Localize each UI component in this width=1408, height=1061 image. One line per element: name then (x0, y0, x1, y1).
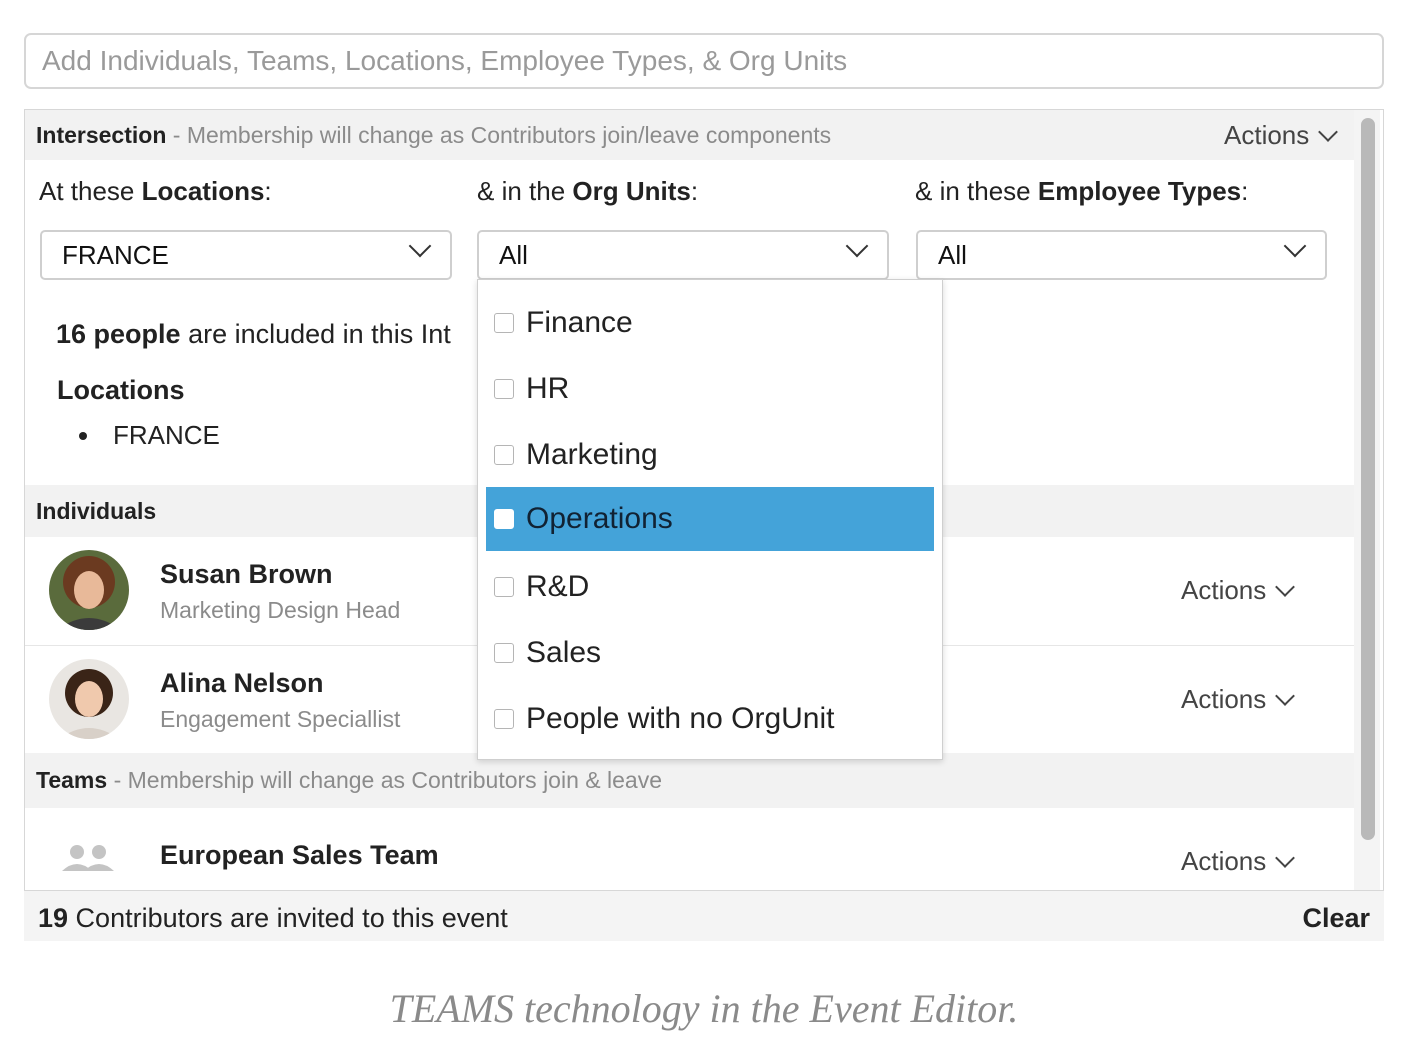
checkbox[interactable] (494, 509, 514, 529)
checkbox[interactable] (494, 643, 514, 663)
person-name: Susan Brown (160, 559, 333, 589)
chevron-down-icon (1275, 685, 1296, 706)
invited-count: 19 (38, 903, 69, 933)
intersection-actions-button[interactable]: Actions (1224, 120, 1339, 151)
teams-title: Teams (36, 767, 108, 793)
search-placeholder: Add Individuals, Teams, Locations, Emplo… (42, 45, 848, 76)
checkbox[interactable] (494, 313, 514, 333)
chevron-down-icon (1275, 847, 1296, 868)
org-units-select[interactable]: All (477, 230, 889, 280)
org-units-dropdown-menu: Finance HR Marketing Operations R&D Sale… (477, 279, 943, 760)
employee-types-select-value: All (938, 240, 967, 270)
teams-header: Teams - Membership will change as Contri… (25, 753, 1355, 808)
chevron-down-icon (1318, 121, 1339, 142)
org-units-filter-label: & in the Org Units: (477, 176, 699, 206)
checkbox[interactable] (494, 709, 514, 729)
teams-subtitle: - Membership will change as Contributors… (113, 767, 662, 793)
team-icon (59, 841, 117, 875)
locations-filter-label: At these Locations: (39, 176, 272, 206)
scrollbar-thumb[interactable] (1361, 118, 1375, 840)
location-list-item: FRANCE (79, 420, 220, 451)
org-unit-option-rnd[interactable]: R&D (486, 555, 934, 619)
invite-summary-footer: 19 Contributors are invited to this even… (24, 890, 1384, 941)
actions-label: Actions (1181, 846, 1267, 876)
chevron-down-icon (1275, 576, 1296, 597)
checkbox[interactable] (494, 577, 514, 597)
locations-select-value: FRANCE (62, 240, 169, 270)
intersection-title: Intersection (36, 122, 167, 148)
employee-types-filter-label: & in these Employee Types: (915, 176, 1249, 206)
locations-select[interactable]: FRANCE (40, 230, 452, 280)
checkbox[interactable] (494, 445, 514, 465)
individuals-title: Individuals (36, 498, 157, 524)
avatar (49, 659, 129, 739)
chevron-down-icon (845, 234, 869, 258)
invited-text: Contributors are invited to this event (68, 903, 508, 933)
person-actions-button[interactable]: Actions (1181, 575, 1296, 606)
person-role: Engagement Speciallist (160, 706, 401, 732)
intersection-summary: 16 people are included in this Int (56, 319, 451, 349)
bullet-icon (79, 431, 87, 440)
org-unit-option-no-orgunit[interactable]: People with no OrgUnit (486, 687, 934, 751)
chevron-down-icon (408, 234, 432, 258)
search-input[interactable]: Add Individuals, Teams, Locations, Emplo… (24, 33, 1384, 89)
avatar (49, 550, 129, 630)
org-unit-option-finance[interactable]: Finance (486, 291, 934, 355)
actions-label: Actions (1224, 120, 1310, 150)
org-unit-option-sales[interactable]: Sales (486, 621, 934, 685)
actions-label: Actions (1181, 684, 1267, 714)
person-name: Alina Nelson (160, 668, 324, 698)
team-row: European Sales Team Actions (25, 808, 1355, 890)
team-actions-button[interactable]: Actions (1181, 846, 1296, 877)
person-role: Marketing Design Head (160, 597, 401, 623)
team-name: European Sales Team (160, 840, 439, 870)
intersection-header: Intersection - Membership will change as… (25, 110, 1355, 160)
org-unit-option-hr[interactable]: HR (486, 357, 934, 421)
clear-button[interactable]: Clear (1302, 891, 1370, 945)
actions-label: Actions (1181, 575, 1267, 605)
intersection-subtitle: - Membership will change as Contributors… (172, 122, 832, 148)
org-unit-option-marketing[interactable]: Marketing (486, 423, 934, 487)
org-unit-option-operations[interactable]: Operations (486, 487, 934, 551)
employee-types-select[interactable]: All (916, 230, 1327, 280)
figure-caption: TEAMS technology in the Event Editor. (389, 986, 1019, 1031)
org-units-select-value: All (499, 240, 528, 270)
chevron-down-icon (1283, 234, 1307, 258)
person-actions-button[interactable]: Actions (1181, 684, 1296, 715)
locations-heading: Locations (57, 375, 185, 405)
checkbox[interactable] (494, 379, 514, 399)
